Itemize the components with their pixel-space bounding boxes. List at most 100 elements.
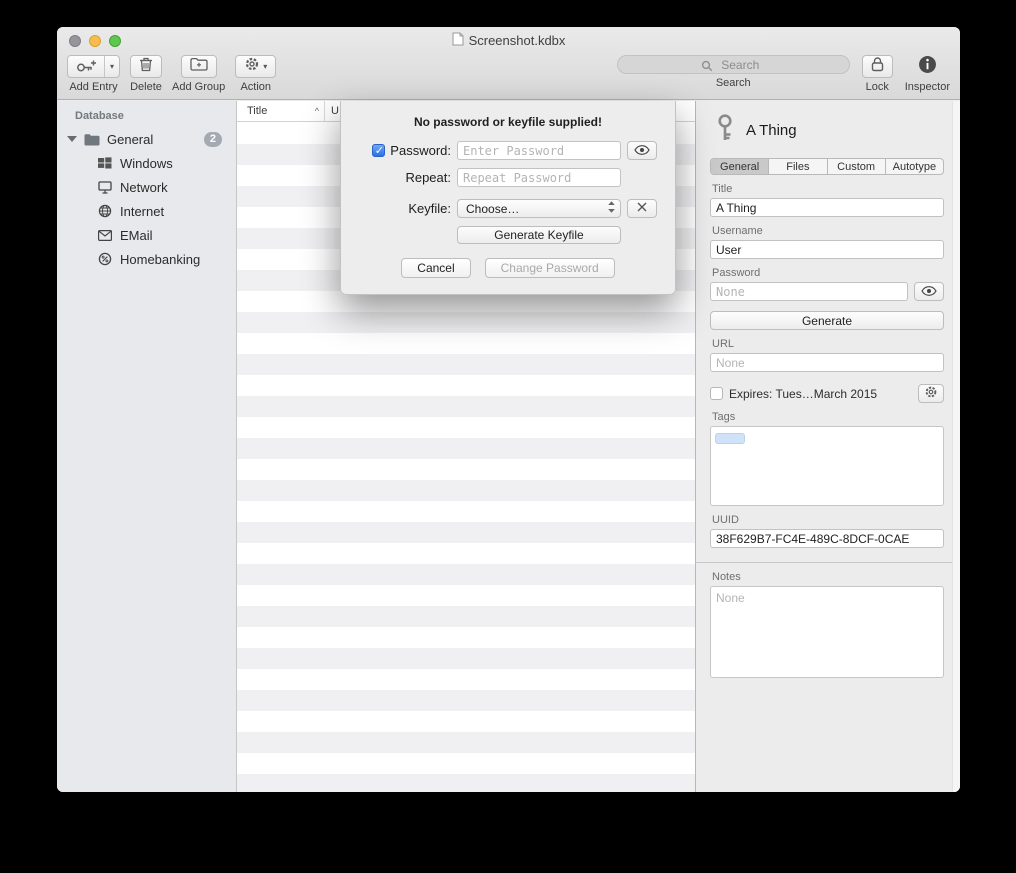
repeat-label: Repeat: bbox=[405, 170, 451, 185]
dialog-buttons: Cancel Change Password bbox=[357, 258, 659, 278]
divider bbox=[696, 562, 960, 563]
password-field[interactable] bbox=[710, 282, 908, 301]
expires-settings-button[interactable] bbox=[918, 384, 944, 403]
sidebar-item-general[interactable]: General 2 bbox=[57, 127, 236, 151]
eye-icon bbox=[921, 283, 937, 301]
keyfile-dropdown-value: Choose… bbox=[466, 202, 519, 216]
tab-general[interactable]: General bbox=[711, 159, 769, 174]
reveal-password-button[interactable] bbox=[627, 141, 657, 160]
windows-icon bbox=[97, 157, 113, 169]
folder-plus-icon bbox=[190, 57, 208, 76]
traffic-lights bbox=[69, 35, 121, 47]
minimize-button[interactable] bbox=[89, 35, 101, 47]
url-field[interactable] bbox=[710, 353, 944, 372]
tags-label: Tags bbox=[712, 411, 944, 423]
reveal-password-button[interactable] bbox=[914, 282, 944, 301]
keyfile-label: Keyfile: bbox=[408, 201, 451, 216]
zoom-button[interactable] bbox=[109, 35, 121, 47]
sort-ascending-icon: ^ bbox=[315, 106, 319, 116]
close-x-icon bbox=[636, 200, 648, 218]
chevron-down-icon[interactable]: ▾ bbox=[104, 56, 119, 77]
tab-files[interactable]: Files bbox=[769, 159, 827, 174]
sidebar-item-label: Homebanking bbox=[120, 252, 200, 267]
sidebar-item-label: Internet bbox=[120, 204, 164, 219]
add-entry-tool: ▾ Add Entry bbox=[67, 55, 120, 93]
delete-tool: Delete bbox=[130, 55, 162, 93]
scrollbar-track[interactable] bbox=[952, 101, 960, 792]
sidebar-section-header: Database bbox=[57, 107, 236, 127]
count-badge: 2 bbox=[204, 132, 222, 147]
generate-password-button[interactable]: Generate bbox=[710, 311, 944, 330]
sidebar-item-homebanking[interactable]: Homebanking bbox=[57, 247, 236, 271]
expires-label: Expires: Tues…March 2015 bbox=[729, 387, 877, 401]
search-input[interactable] bbox=[618, 56, 849, 73]
cancel-button[interactable]: Cancel bbox=[401, 258, 470, 278]
lock-icon bbox=[871, 56, 884, 77]
titlebar[interactable]: Screenshot.kdbx bbox=[57, 27, 960, 54]
username-field[interactable] bbox=[710, 240, 944, 259]
column-header-title[interactable]: Title ^ bbox=[237, 101, 325, 121]
percent-coin-icon bbox=[97, 252, 113, 266]
sidebar-item-label: General bbox=[107, 132, 153, 147]
inspector-header: A Thing bbox=[714, 113, 944, 148]
gear-icon bbox=[244, 56, 260, 77]
close-button[interactable] bbox=[69, 35, 81, 47]
key-plus-icon bbox=[68, 56, 104, 77]
tag-token[interactable] bbox=[715, 433, 745, 444]
info-circle-icon bbox=[918, 55, 937, 79]
username-field-label: Username bbox=[712, 225, 944, 237]
gear-icon bbox=[924, 385, 938, 402]
notes-field[interactable] bbox=[710, 586, 944, 678]
title-field-label: Title bbox=[712, 183, 944, 195]
inspector-panel: A Thing General Files Custom Autotype Ti… bbox=[695, 101, 960, 792]
eye-icon bbox=[634, 142, 650, 160]
password-input[interactable] bbox=[457, 141, 621, 160]
window-chrome: Screenshot.kdbx ▾ Add Entry bbox=[57, 27, 960, 100]
inspector-button[interactable] bbox=[918, 55, 937, 78]
globe-icon bbox=[97, 204, 113, 218]
display-icon bbox=[97, 181, 113, 194]
action-button[interactable]: ▾ bbox=[235, 55, 276, 78]
notes-label: Notes bbox=[712, 571, 944, 583]
trash-icon bbox=[139, 56, 153, 77]
sidebar-item-network[interactable]: Network bbox=[57, 175, 236, 199]
uuid-label: UUID bbox=[712, 514, 944, 526]
sidebar-item-label: Windows bbox=[120, 156, 173, 171]
keyfile-dropdown[interactable]: Choose… bbox=[457, 199, 621, 218]
add-group-button[interactable] bbox=[181, 55, 217, 78]
uuid-field[interactable] bbox=[710, 529, 944, 548]
add-entry-button[interactable]: ▾ bbox=[67, 55, 120, 78]
lock-label: Lock bbox=[866, 81, 889, 93]
tab-custom[interactable]: Custom bbox=[828, 159, 886, 174]
delete-button[interactable] bbox=[130, 55, 162, 78]
sidebar-item-internet[interactable]: Internet bbox=[57, 199, 236, 223]
expires-checkbox[interactable] bbox=[710, 387, 723, 400]
disclosure-triangle-icon[interactable] bbox=[67, 136, 77, 142]
change-password-dialog: No password or keyfile supplied! Passwor… bbox=[340, 101, 676, 295]
tags-field[interactable] bbox=[710, 426, 944, 506]
search-field[interactable] bbox=[617, 55, 850, 74]
sidebar-item-label: Network bbox=[120, 180, 168, 195]
action-tool: ▾ Action bbox=[235, 55, 276, 93]
app-window: Screenshot.kdbx ▾ Add Entry bbox=[57, 27, 960, 792]
expires-row: Expires: Tues…March 2015 bbox=[710, 384, 944, 403]
window-title-text: Screenshot.kdbx bbox=[469, 33, 566, 48]
lock-button[interactable] bbox=[862, 55, 893, 78]
inspector-label: Inspector bbox=[905, 81, 950, 93]
envelope-icon bbox=[97, 230, 113, 241]
clear-keyfile-button[interactable] bbox=[627, 199, 657, 218]
tab-autotype[interactable]: Autotype bbox=[886, 159, 943, 174]
password-row: Password: bbox=[357, 141, 659, 160]
action-label: Action bbox=[240, 81, 271, 93]
keyfile-row: Keyfile: Choose… bbox=[357, 199, 659, 218]
sidebar-item-email[interactable]: EMail bbox=[57, 223, 236, 247]
change-password-button[interactable]: Change Password bbox=[485, 258, 615, 278]
generate-keyfile-row: Generate Keyfile bbox=[357, 226, 659, 244]
dialog-message: No password or keyfile supplied! bbox=[357, 115, 659, 129]
column-header-username[interactable]: U bbox=[325, 105, 339, 117]
sidebar-item-windows[interactable]: Windows bbox=[57, 151, 236, 175]
generate-keyfile-button[interactable]: Generate Keyfile bbox=[457, 226, 621, 244]
title-field[interactable] bbox=[710, 198, 944, 217]
repeat-password-input[interactable] bbox=[457, 168, 621, 187]
password-checkbox[interactable] bbox=[372, 144, 385, 157]
